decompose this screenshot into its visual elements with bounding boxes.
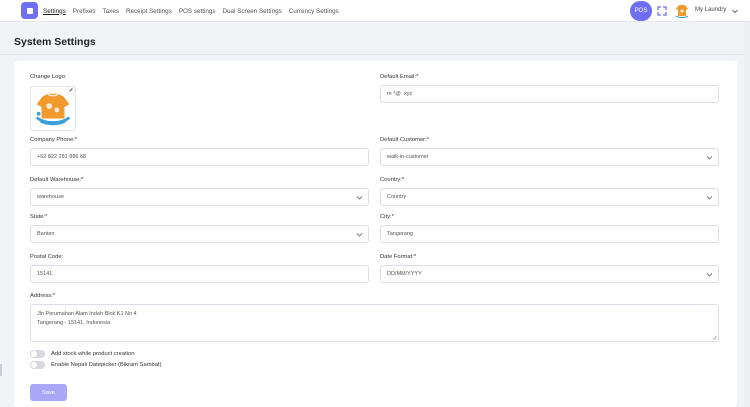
- add-stock-toggle-label: Add stock while product creation: [51, 351, 135, 357]
- address-label: Address:*: [30, 293, 56, 299]
- date-format-select[interactable]: DD/MM/YYYY: [380, 265, 719, 283]
- postal-code-value: 15141: [37, 271, 53, 277]
- nepali-datepicker-toggle[interactable]: [30, 361, 45, 369]
- default-customer-value: walk-in-customer: [387, 154, 429, 160]
- chevron-down-icon: [706, 156, 713, 160]
- postal-code-label: Postal Code:: [30, 254, 64, 260]
- page-title: System Settings: [14, 36, 96, 48]
- nav-receipt-settings[interactable]: Receipt Settings: [126, 8, 172, 15]
- default-warehouse-value: warehouse: [37, 194, 64, 200]
- default-customer-select[interactable]: walk-in-customer: [380, 148, 719, 166]
- nepali-datepicker-toggle-label: Enable Nepali Datepicker (Bikram Sambat): [51, 362, 162, 368]
- side-handle[interactable]: [0, 364, 2, 376]
- city-field[interactable]: Tangerang: [380, 225, 719, 243]
- chevron-down-icon: [706, 196, 713, 200]
- default-warehouse-select[interactable]: warehouse: [30, 188, 369, 206]
- country-value: Country: [387, 194, 407, 200]
- chevron-down-icon: [706, 273, 713, 277]
- address-textarea[interactable]: Jln Perumahan Alam Indah Blok K1 No 4 Ta…: [30, 304, 719, 342]
- city-label: City:*: [380, 214, 394, 220]
- state-select[interactable]: Banten: [30, 225, 369, 243]
- nav-settings[interactable]: Settings: [43, 8, 66, 15]
- change-logo-label: Change Logo:: [30, 74, 67, 80]
- chevron-down-icon: [356, 233, 363, 237]
- country-select[interactable]: Country: [380, 188, 719, 206]
- nav-pos-settings[interactable]: POS settings: [179, 8, 216, 15]
- city-value: Tangerang: [387, 231, 413, 237]
- top-bar: Settings Prefixes Taxes Receipt Settings…: [0, 0, 750, 22]
- laundry-logo-icon: [675, 5, 689, 19]
- company-phone-value: +62 822 281 886 68: [37, 154, 87, 160]
- pos-button[interactable]: POS: [630, 1, 652, 21]
- user-avatar[interactable]: [673, 2, 691, 20]
- default-customer-label: Default Customer:*: [380, 137, 429, 143]
- date-format-label: Date Format:*: [380, 254, 417, 260]
- nav-dual-screen-settings[interactable]: Dual Screen Settings: [223, 8, 282, 15]
- nav-currency-settings[interactable]: Currency Settings: [289, 8, 339, 15]
- chevron-down-icon[interactable]: [731, 7, 739, 15]
- fullscreen-icon[interactable]: [657, 6, 667, 16]
- default-email-value: m *@ .xyz: [387, 91, 413, 97]
- default-warehouse-label: Default Warehouse:*: [30, 177, 84, 183]
- company-phone-label: Company Phone:*: [30, 137, 78, 143]
- nav-prefixes[interactable]: Prefixes: [73, 8, 96, 15]
- address-line-1: Jln Perumahan Alam Indah Blok K1 No 4: [37, 311, 137, 317]
- address-line-2: Tangerang - 15141, Indonesia: [37, 320, 111, 326]
- resize-handle-icon[interactable]: [712, 335, 717, 340]
- state-value: Banten: [37, 231, 55, 237]
- settings-nav: Settings Prefixes Taxes Receipt Settings…: [43, 0, 346, 22]
- country-label: Country:*: [380, 177, 405, 183]
- postal-code-field[interactable]: 15141: [30, 265, 369, 283]
- default-email-label: Default Email:*: [380, 74, 419, 80]
- state-label: State:*: [30, 214, 48, 220]
- app-logo-icon[interactable]: [21, 2, 38, 19]
- save-button[interactable]: Save: [30, 384, 67, 401]
- pencil-icon[interactable]: [67, 86, 75, 94]
- nav-taxes[interactable]: Taxes: [103, 8, 119, 15]
- scrollbar[interactable]: [744, 22, 750, 407]
- default-email-field[interactable]: m *@ .xyz: [380, 85, 719, 103]
- add-stock-toggle[interactable]: [30, 350, 45, 358]
- chevron-down-icon: [356, 196, 363, 200]
- divider: [0, 54, 750, 55]
- company-phone-field[interactable]: +62 822 281 886 68: [30, 148, 369, 166]
- user-name[interactable]: My Laundry: [695, 7, 726, 13]
- date-format-value: DD/MM/YYYY: [387, 271, 422, 277]
